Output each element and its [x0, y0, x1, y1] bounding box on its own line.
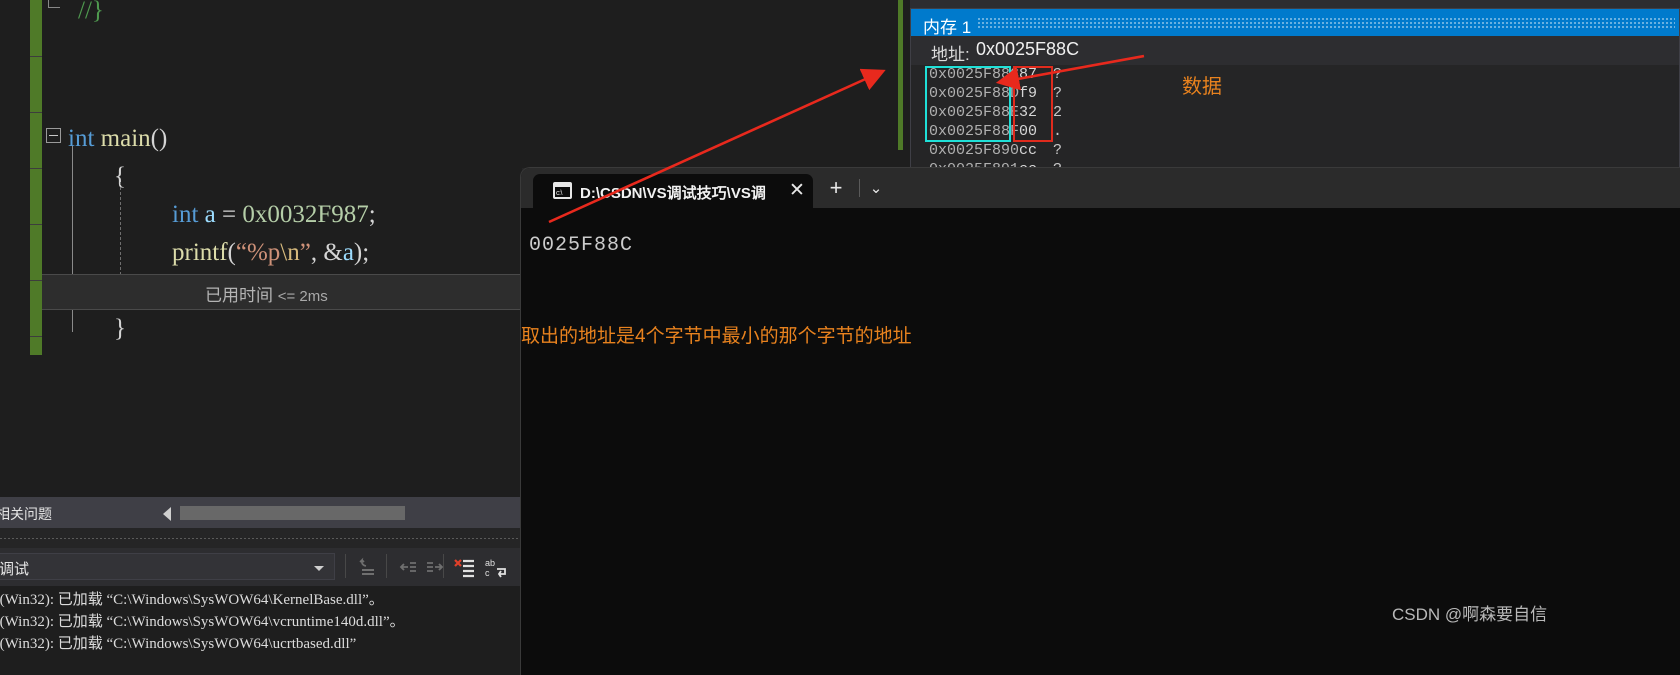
- annotation-data-label: 数据: [1182, 76, 1222, 98]
- output-window-toolbar[interactable]: 调试 ab c: [0, 548, 522, 586]
- scroll-left-icon[interactable]: [163, 507, 171, 521]
- code-token: 0x0032F987: [242, 201, 369, 228]
- memory-row-hex: 32: [1019, 104, 1038, 121]
- code-token: =: [222, 201, 243, 228]
- code-line: int main(): [68, 120, 167, 158]
- memory-row-address: 0x0025F88F: [929, 123, 1020, 140]
- code-token: );: [353, 239, 370, 266]
- clear-output-icon[interactable]: [357, 556, 379, 578]
- code-token: }: [114, 315, 126, 342]
- clear-all-icon[interactable]: [453, 556, 477, 580]
- code-token: (): [150, 125, 168, 152]
- close-icon[interactable]: ✕: [786, 180, 808, 202]
- code-line: }: [114, 310, 126, 348]
- code-token: &: [323, 239, 343, 266]
- watermark: CSDN @啊森要自信: [1392, 605, 1548, 624]
- error-list-toolbar[interactable]: 找到相关问题: [0, 497, 522, 528]
- output-source-dropdown[interactable]: 调试: [0, 553, 335, 580]
- titlebar-separator: [859, 179, 860, 197]
- memory-row[interactable]: 0x0025F88F 00.: [911, 123, 1679, 142]
- memory-row-hex: f9: [1019, 85, 1038, 102]
- code-token: printf: [172, 239, 228, 266]
- memory-row-hex: 00: [1019, 123, 1038, 140]
- right-change-bar: [898, 0, 903, 150]
- code-token: “%p: [235, 239, 281, 266]
- toggle-word-wrap-icon[interactable]: ab c: [485, 556, 509, 580]
- output-log[interactable]: ’ (Win32): 已加载 “C:\Windows\SysWOW64\Kern…: [0, 586, 522, 675]
- code-token: main: [100, 125, 151, 152]
- memory-row-hex: 87: [1019, 66, 1038, 83]
- change-bar-margin: [30, 0, 42, 355]
- console-titlebar[interactable]: c:\ D:\CSDN\VS调试技巧\VS调试 ✕ + ⌄: [521, 168, 1680, 208]
- output-log-line: ’ (Win32): 已加载 “C:\Windows\SysWOW64\vcru…: [0, 614, 405, 630]
- go-to-previous-message-icon[interactable]: [397, 556, 419, 578]
- memory-row-hex: cc: [1019, 142, 1038, 159]
- code-token: a: [204, 201, 223, 228]
- memory-row-address: 0x0025F88C: [929, 66, 1020, 83]
- code-line: int a = 0x0032F987;: [172, 196, 376, 234]
- svg-text:c: c: [485, 568, 490, 578]
- fold-bracket-icon: [48, 0, 60, 8]
- titlebar-grip[interactable]: [977, 17, 1675, 28]
- memory-grid[interactable]: 0x0025F88C 87? 0x0025F88D f9? 0x0025F88E 32 2 0…: [911, 65, 1679, 179]
- command-prompt-icon: c:\: [553, 182, 572, 199]
- output-source-value: 调试: [0, 561, 30, 578]
- panel-divider: [0, 538, 522, 539]
- memory-address-bar[interactable]: 地址: 0x0025F88C: [911, 36, 1679, 65]
- memory-row-ascii: ?: [1053, 66, 1063, 83]
- memory-row-ascii: ?: [1053, 142, 1063, 159]
- code-token: ,: [310, 239, 324, 266]
- code-token: \n: [280, 239, 300, 266]
- fold-collapse-icon[interactable]: [46, 128, 61, 143]
- horizontal-scrollbar-thumb[interactable]: [180, 506, 405, 520]
- error-list-status-text: 找到相关问题: [0, 506, 52, 522]
- chevron-down-icon[interactable]: [314, 566, 324, 571]
- memory-window[interactable]: 内存 1 地址: 0x0025F88C 0x0025F88C 87? 0x0025F…: [910, 8, 1680, 180]
- code-token: ”: [299, 239, 311, 266]
- screen-root: //} int main(){int a = 0x0032F987; printf(…: [0, 0, 1680, 675]
- memory-window-title: 内存 1: [923, 18, 972, 37]
- output-log-line: ’ (Win32): 已加载 “C:\Windows\SysWOW64\Kern…: [0, 592, 384, 608]
- console-window[interactable]: c:\ D:\CSDN\VS调试技巧\VS调试 ✕ + ⌄ 0025F88C 取…: [521, 168, 1680, 675]
- code-line: //}: [78, 0, 104, 30]
- memory-row[interactable]: 0x0025F88D f9?: [911, 85, 1679, 104]
- code-text-area[interactable]: //} int main(){int a = 0x0032F987; printf(…: [42, 0, 522, 497]
- code-token: a: [342, 239, 354, 266]
- code-editor[interactable]: //} int main(){int a = 0x0032F987; printf(…: [0, 0, 522, 497]
- code-line: printf(“%p\n”, &a);: [172, 234, 369, 272]
- elapsed-time-value: <= 2ms: [277, 288, 328, 305]
- elapsed-time-label: 已用时间: [205, 286, 273, 305]
- console-output-line: 0025F88C: [529, 234, 634, 257]
- memory-row-address: 0x0025F88E: [929, 104, 1020, 121]
- memory-row-address: 0x0025F88D: [929, 85, 1020, 102]
- output-log-line: ’ (Win32): 已加载 “C:\Windows\SysWOW64\ucrt…: [0, 636, 357, 652]
- code-token: ;: [368, 201, 376, 228]
- editor-gutter: [0, 0, 30, 497]
- memory-row-ascii: ?: [1053, 85, 1063, 102]
- code-token: (: [227, 239, 236, 266]
- error-list-body: [0, 528, 522, 546]
- memory-row[interactable]: 0x0025F88C 87?: [911, 66, 1679, 85]
- new-tab-icon[interactable]: +: [824, 177, 848, 201]
- memory-row-ascii: .: [1053, 123, 1063, 140]
- code-token: int: [172, 201, 205, 228]
- console-tab[interactable]: c:\ D:\CSDN\VS调试技巧\VS调试 ✕: [533, 174, 813, 208]
- memory-window-titlebar[interactable]: 内存 1: [911, 9, 1679, 37]
- chevron-down-icon[interactable]: ⌄: [864, 177, 888, 201]
- console-tab-title: D:\CSDN\VS调试技巧\VS调试: [580, 185, 766, 202]
- memory-row-address: 0x0025F890: [929, 142, 1020, 159]
- memory-row[interactable]: 0x0025F88E 32 2: [911, 104, 1679, 123]
- svg-text:ab: ab: [485, 558, 495, 568]
- memory-row-ascii: 2: [1053, 104, 1063, 121]
- memory-row[interactable]: 0x0025F890 cc?: [911, 142, 1679, 161]
- address-label: 地址:: [931, 45, 970, 64]
- address-input-value[interactable]: 0x0025F88C: [976, 39, 1079, 60]
- annotation-address-note: 取出的地址是4个字节中最小的那个字节的地址: [521, 326, 912, 347]
- memory-window-top-gap: [910, 0, 1680, 8]
- code-token: //}: [78, 0, 104, 24]
- elapsed-time-annotation: 已用时间 <= 2ms: [205, 281, 328, 306]
